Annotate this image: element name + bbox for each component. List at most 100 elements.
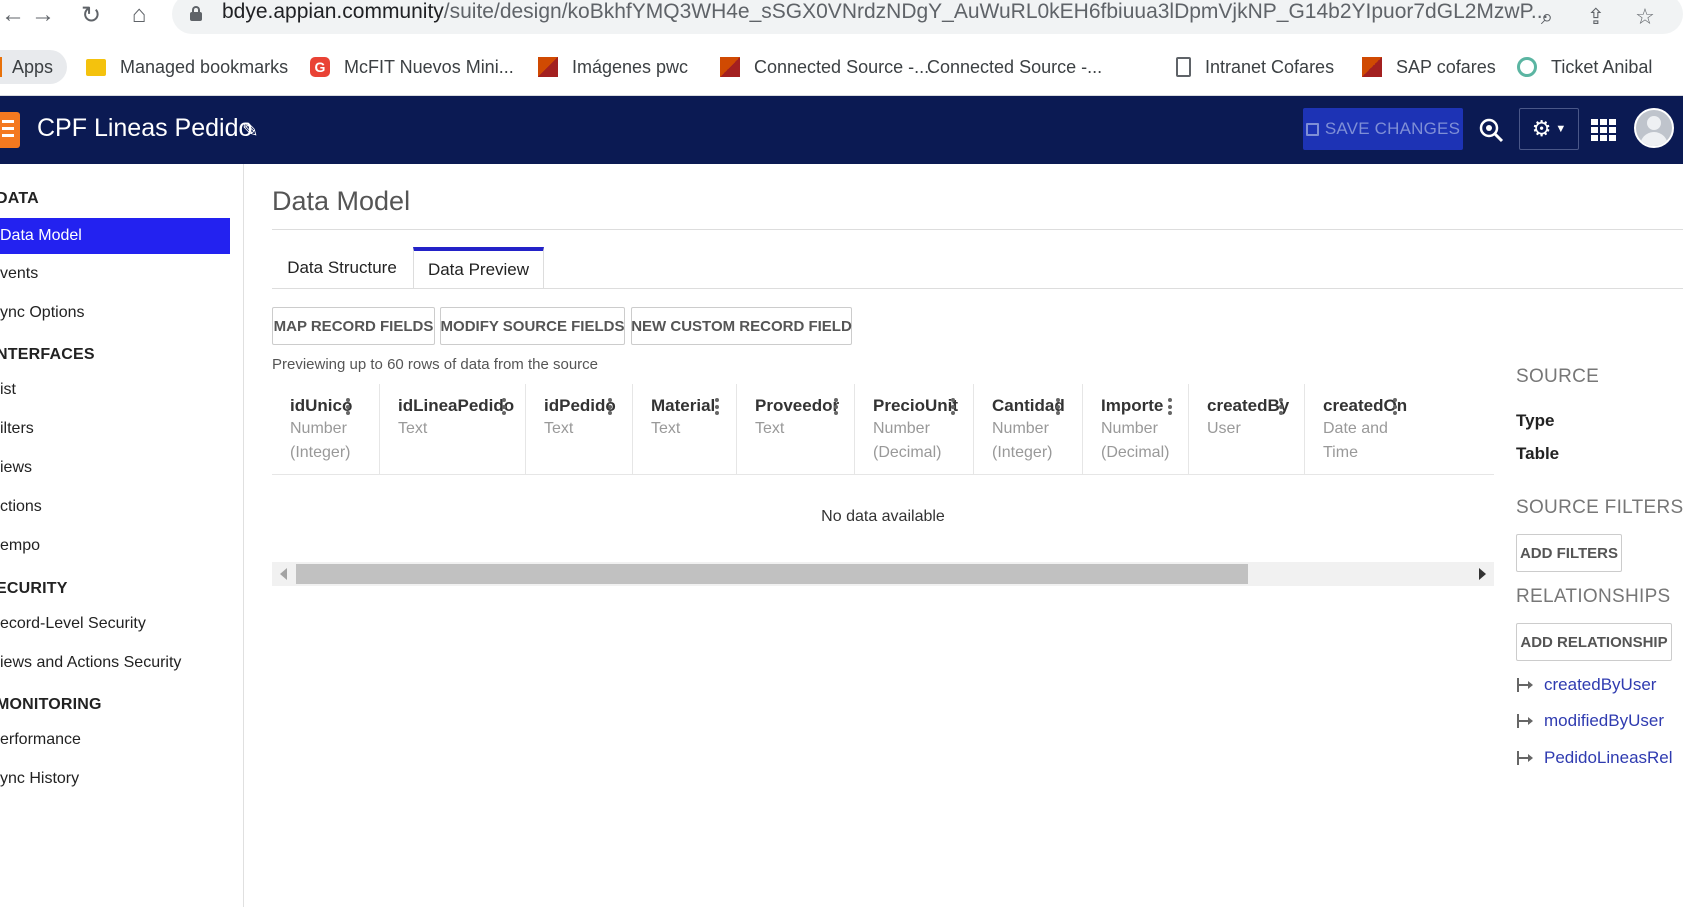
horizontal-scrollbar[interactable] [272,562,1494,586]
column-menu-icon[interactable] [1392,398,1397,415]
type-label: Type [1516,411,1555,430]
column-header[interactable]: Material Text [633,384,737,474]
bookmark-item[interactable]: SAP cofares [1362,50,1496,84]
map-record-fields-button[interactable]: MAP RECORD FIELDS [272,307,435,345]
sidebar-item-views[interactable]: iews [0,450,230,486]
add-relationship-button[interactable]: ADD RELATIONSHIP [1516,623,1672,661]
sidebar-item-actions[interactable]: ctions [0,489,230,525]
relationship-icon [1516,714,1534,728]
bookmark-item[interactable]: Intranet Cofares [1176,50,1334,84]
save-changes-button[interactable]: SAVE CHANGES [1303,108,1463,150]
bookmark-label: Connected Source -... [927,56,1103,77]
bookmark-item[interactable]: G McFIT Nuevos Mini... [310,50,514,84]
sidebar-item-performance[interactable]: erformance [0,722,230,758]
search-objects-icon[interactable] [1471,110,1511,150]
sidebar-section-data: DATA [0,190,39,207]
sidebar-section-interfaces: NTERFACES [0,346,95,363]
preview-note: Previewing up to 60 rows of data from th… [272,356,599,373]
source-filters-heading: SOURCE FILTERS [1516,497,1683,518]
column-header[interactable]: createdBy User [1189,384,1305,474]
scroll-right-arrow-icon[interactable] [1479,568,1486,580]
mcfit-g-icon: G [310,57,330,77]
column-header[interactable]: Cantidad Number (Integer) [974,384,1083,474]
relationship-link-pedidolineasrel[interactable]: PedidoLineasRel [1516,746,1673,770]
column-header[interactable]: PrecioUnit Number (Decimal) [855,384,974,474]
scrollbar-thumb[interactable] [296,564,1248,584]
reload-icon[interactable]: ↻ [76,0,106,30]
grid-header-divider [272,474,1494,475]
sidebar-section-monitoring: MONITORING [0,696,102,713]
sidebar-item-views-actions-security[interactable]: iews and Actions Security [0,645,230,681]
bookmark-item[interactable]: Imágenes pwc [538,50,688,84]
column-header[interactable]: Proveedor Text [737,384,855,474]
column-menu-icon[interactable] [345,398,350,415]
settings-dropdown[interactable]: ⚙ ▼ [1519,108,1579,150]
zoom-icon[interactable]: ⌕ [1532,2,1562,32]
back-arrow-icon[interactable]: ← [0,0,28,30]
forward-arrow-icon[interactable]: → [28,0,58,30]
modify-source-fields-button[interactable]: MODIFY SOURCE FIELDS [440,307,625,345]
sidebar-item-record-level-security[interactable]: ecord-Level Security [0,606,230,642]
bookmark-item[interactable]: Connected Source -... [913,50,1102,84]
pwc-icon [1362,57,1382,77]
column-menu-icon[interactable] [1055,398,1060,415]
bookmark-star-icon[interactable]: ☆ [1630,2,1660,32]
table-label: Table [1516,444,1560,463]
user-avatar[interactable] [1634,108,1674,148]
tab-data-preview[interactable]: Data Preview [413,247,544,289]
url-text[interactable]: bdye.appian.community/suite/design/koBkh… [222,0,1683,24]
bookmark-item[interactable]: Connected Source -... [720,50,929,84]
column-menu-icon[interactable] [607,398,612,415]
column-name: Material [651,396,716,415]
column-header[interactable]: Importe Number (Decimal) [1083,384,1189,474]
new-custom-record-field-button[interactable]: NEW CUSTOM RECORD FIELD [631,307,852,345]
relationship-icon [1516,678,1534,692]
bookmark-item[interactable]: Managed bookmarks [86,50,288,84]
column-menu-icon[interactable] [1167,398,1172,415]
tab-data-structure[interactable]: Data Structure [272,247,412,289]
column-menu-icon[interactable] [501,398,506,415]
folder-icon [86,58,106,76]
column-header[interactable]: idUnico Number (Integer) [272,384,380,474]
column-menu-icon[interactable] [714,398,719,415]
home-icon[interactable]: ⌂ [124,0,154,30]
relationship-link-modifiedbyuser[interactable]: modifiedByUser [1516,709,1664,733]
bookmark-label: SAP cofares [1396,56,1496,77]
relationship-label: PedidoLineasRel [1544,748,1673,767]
bookmark-item[interactable]: Apps [0,50,68,84]
column-menu-icon[interactable] [950,398,955,415]
bookmark-item[interactable]: Ticket Anibal [1517,50,1652,84]
gear-icon: ⚙ [1531,116,1552,141]
column-header[interactable]: idLineaPedido Text [380,384,526,474]
address-bar[interactable]: bdye.appian.community/suite/design/koBkh… [172,0,1683,34]
sidebar-item-sync-history[interactable]: ync History [0,761,230,797]
scroll-left-arrow-icon[interactable] [280,568,287,580]
column-type: Text [544,420,574,437]
share-icon[interactable]: ⇪ [1581,2,1611,32]
sidebar-item-tempo[interactable]: empo [0,528,230,564]
app-navigation-grid-icon[interactable] [1591,119,1617,141]
sidebar-item-data-model[interactable]: Data Model [0,218,230,254]
sidebar-item-filters[interactable]: ilters [0,411,230,447]
column-header[interactable]: idPedido Text [526,384,633,474]
sidebar-item-sync-options[interactable]: ync Options [0,295,230,331]
sidebar-item-list[interactable]: ist [0,372,230,408]
sidebar-item-events[interactable]: vents [0,256,230,292]
column-name: Importe [1101,396,1164,415]
bookmark-label: Intranet Cofares [1205,56,1335,77]
column-header[interactable]: createdOn Date and Time [1305,384,1408,474]
column-type: Number [1101,420,1158,437]
column-name: createdBy [1207,396,1290,415]
column-name: Cantidad [992,396,1065,415]
column-menu-icon[interactable] [833,398,838,415]
relationship-link-createdbyuser[interactable]: createdByUser [1516,673,1656,697]
data-preview-grid: idUnico Number (Integer) idLineaPedido Text i… [272,384,1494,590]
column-menu-icon[interactable] [1278,398,1283,415]
add-filters-button[interactable]: ADD FILTERS [1516,534,1622,572]
app-header: CPF Lineas Pedido ✎ SAVE CHANGES ⚙ ▼ [0,96,1683,164]
tabs-divider [272,288,1683,289]
sidebar: DATA Data Model vents ync Options NTERFA… [0,164,244,907]
edit-link-icon[interactable]: ✎ [242,118,259,143]
browser-chrome: ← → ↻ ⌂ bdye.appian.community/suite/desi… [0,0,1683,96]
no-data-message: No data available [821,508,945,525]
